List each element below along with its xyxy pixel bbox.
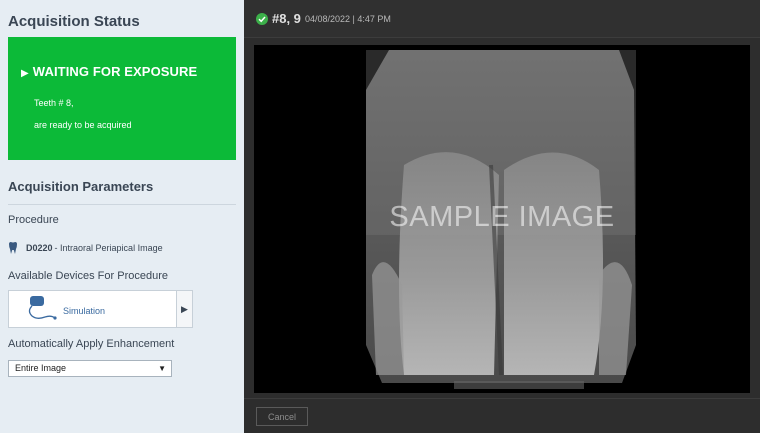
acquisition-status-heading: Acquisition Status: [8, 13, 140, 30]
device-next-button[interactable]: ▶: [177, 290, 193, 328]
status-card: ▶ WAITING FOR EXPOSURE Teeth # 8, are rea…: [8, 37, 236, 160]
sample-watermark: SAMPLE IMAGE: [389, 201, 615, 233]
status-teeth-text: Teeth # 8,: [34, 98, 74, 108]
divider: [244, 398, 760, 399]
status-title: ▶ WAITING FOR EXPOSURE: [21, 64, 197, 79]
play-arrow-icon: ▶: [21, 68, 29, 79]
dropdown-caret-icon: ▼: [158, 364, 166, 373]
enhancement-select[interactable]: Entire Image ▼: [8, 360, 172, 377]
procedure-label: Procedure: [8, 214, 59, 226]
timestamp: 04/08/2022 | 4:47 PM: [305, 14, 391, 24]
device-name: Simulation: [63, 306, 106, 316]
enhancement-value: Entire Image: [15, 363, 67, 373]
cancel-button[interactable]: Cancel: [256, 407, 308, 426]
status-ready-text: are ready to be acquired: [34, 120, 132, 130]
status-title-text: WAITING FOR EXPOSURE: [32, 64, 198, 79]
procedure-description: - Intraoral Periapical Image: [54, 243, 163, 253]
devices-label: Available Devices For Procedure: [8, 270, 168, 282]
device-simulation-card[interactable]: Simulation: [8, 290, 177, 328]
teeth-title: #8, 9: [272, 11, 301, 26]
tooth-icon: [9, 242, 17, 254]
image-viewer-panel: #8, 9 04/08/2022 | 4:47 PM SAMPLE IMAGE …: [244, 0, 760, 433]
viewer-header: #8, 9 04/08/2022 | 4:47 PM: [244, 0, 760, 38]
procedure-row: D0220 - Intraoral Periapical Image: [8, 242, 163, 254]
acquisition-panel: Acquisition Status ▶ WAITING FOR EXPOSURE…: [0, 0, 244, 433]
acquisition-params-heading: Acquisition Parameters: [8, 179, 154, 194]
enhancement-label: Automatically Apply Enhancement: [8, 338, 175, 350]
chevron-right-icon: ▶: [181, 303, 188, 314]
divider: [8, 204, 236, 205]
xray-viewer[interactable]: SAMPLE IMAGE: [254, 45, 750, 393]
procedure-code: D0220: [26, 243, 53, 253]
check-circle-icon: [256, 13, 268, 25]
sensor-icon: [28, 296, 57, 320]
